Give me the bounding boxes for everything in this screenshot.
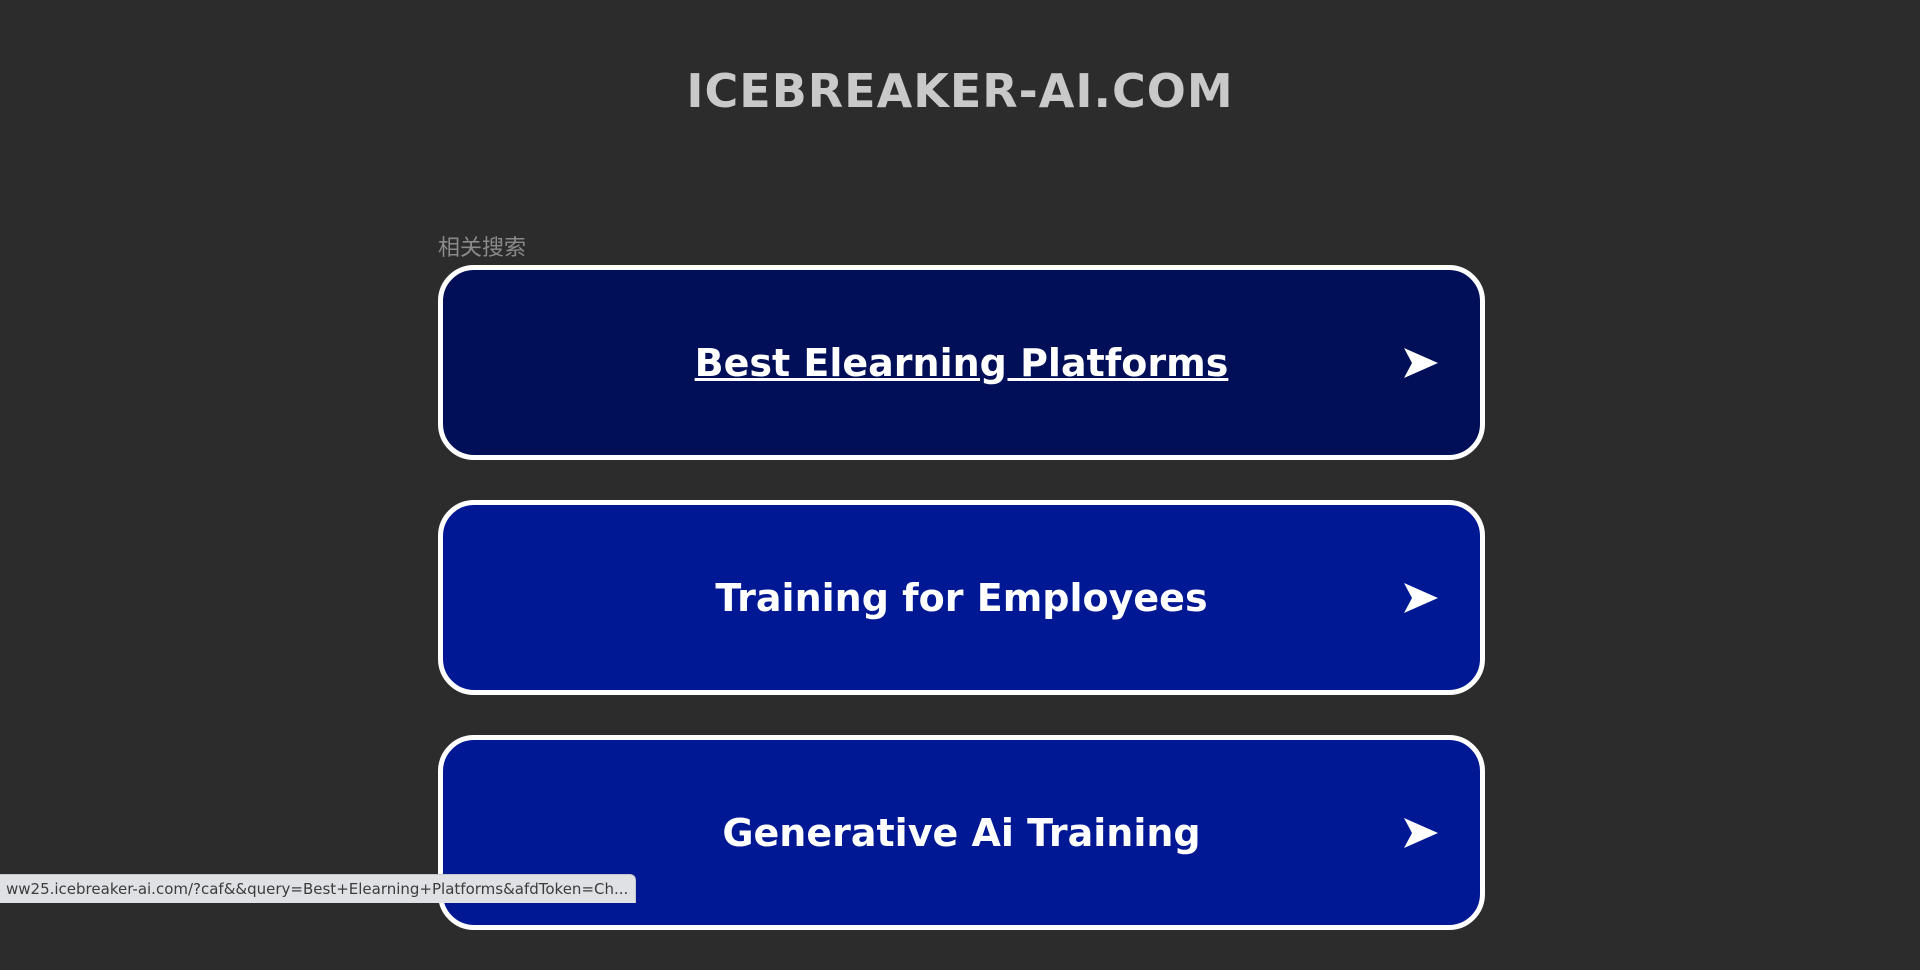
related-searches-label: 相关搜索 — [438, 230, 526, 262]
related-search-item-label: Generative Ai Training — [722, 811, 1200, 855]
related-search-item-training-for-employees[interactable]: Training for Employees — [438, 500, 1485, 695]
arrow-right-icon — [1404, 583, 1438, 613]
related-search-item-label: Best Elearning Platforms — [695, 341, 1229, 385]
browser-status-bar-url: ww25.icebreaker-ai.com/?caf&&query=Best+… — [0, 874, 636, 903]
related-search-item-best-elearning-platforms[interactable]: Best Elearning Platforms — [438, 265, 1485, 460]
site-title: ICEBREAKER-AI.COM — [0, 64, 1920, 119]
arrow-right-icon — [1404, 818, 1438, 848]
related-search-item-label: Training for Employees — [715, 576, 1207, 620]
arrow-right-icon — [1404, 348, 1438, 378]
related-search-list: Best Elearning Platforms Training for Em… — [438, 265, 1485, 970]
